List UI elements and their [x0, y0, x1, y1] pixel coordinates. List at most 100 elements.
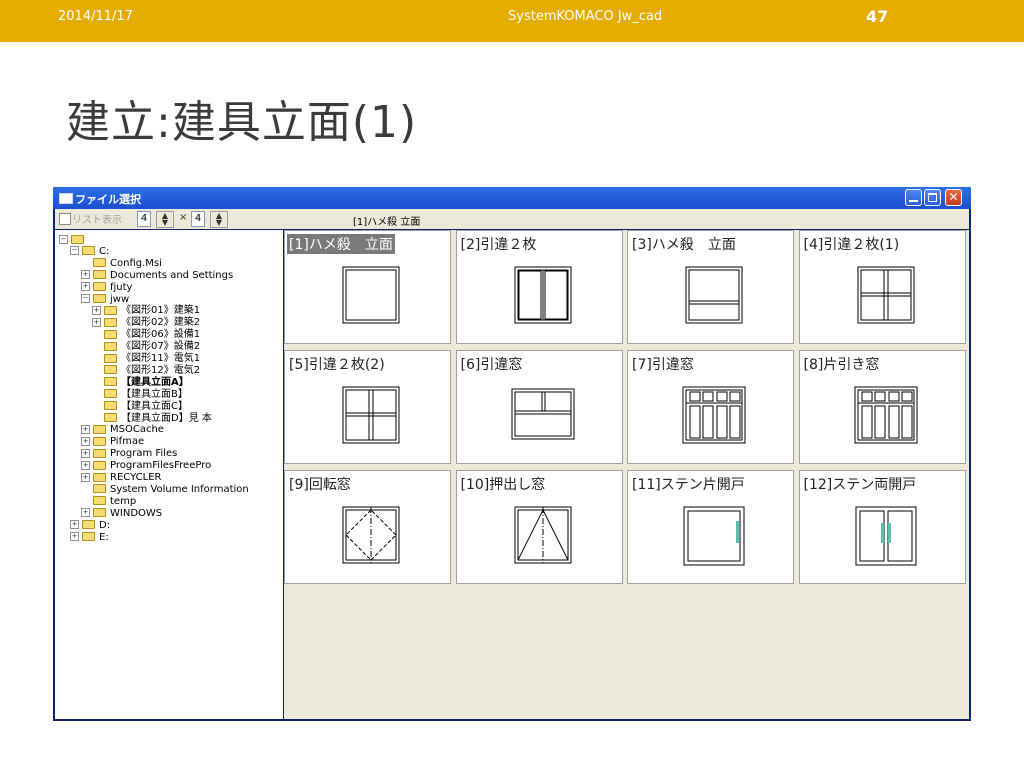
tree-item[interactable]: + fjuty [81, 282, 132, 294]
collapse-icon[interactable]: − [59, 234, 68, 244]
tree-item[interactable]: +《図形06》設備1 [92, 329, 200, 341]
tree-item[interactable]: +【建具立面C】 [92, 401, 188, 413]
thumbnail-cell[interactable]: [8]片引き窓 [798, 350, 966, 464]
fixed-window-icon [342, 266, 400, 324]
folder-icon [93, 472, 106, 482]
columns-input[interactable]: 4 [137, 211, 151, 227]
thumbnail-label: [10]押出し窓 [460, 477, 546, 493]
minimize-button[interactable] [905, 189, 922, 206]
current-file-label: [1]ハメ殺 立面 [353, 217, 421, 228]
tree-item[interactable]: +Config.Msi [81, 258, 162, 270]
rows-spinner[interactable]: ▲ ▼ [210, 211, 228, 228]
close-button[interactable]: ✕ [945, 189, 962, 206]
collapse-icon[interactable]: − [70, 246, 79, 256]
thumbnail-cell[interactable]: [4]引違２枚(1) [798, 230, 966, 344]
tree-item-label: 【建具立面C】 [121, 400, 188, 412]
tree-item[interactable]: +System Volume Information [81, 484, 249, 496]
folder-icon [104, 389, 117, 399]
columns-spinner[interactable]: ▲ ▼ [156, 211, 174, 228]
tree-item-label: System Volume Information [110, 483, 249, 495]
tree-item-label: Documents and Settings [110, 269, 234, 281]
list-view-checkbox[interactable] [59, 213, 71, 225]
tree-item[interactable]: +temp [81, 496, 136, 508]
folder-icon [93, 282, 106, 292]
tree-item[interactable]: + Program Files [81, 448, 177, 460]
expand-icon[interactable]: + [81, 448, 90, 458]
tree-item[interactable]: +【建具立面B】 [92, 389, 188, 401]
thumbnail-grid: [1]ハメ殺 立面 [2]引違２枚 [3]ハメ殺 立面 [4]引違２枚(1) [5]引違… [284, 230, 969, 719]
expand-icon[interactable]: + [81, 508, 90, 518]
expand-icon[interactable]: + [81, 460, 90, 470]
window-toolbar: リスト表示 4 ▲ ▼ × 4 ▲ ▼ [1]ハメ殺 立面 [55, 209, 969, 229]
collapse-icon[interactable]: − [81, 294, 90, 303]
folder-icon [104, 317, 117, 327]
thumbnail-cell[interactable]: [1]ハメ殺 立面 [284, 230, 451, 344]
thumbnail-cell[interactable]: [5]引違２枚(2) [284, 350, 451, 464]
tree-item[interactable]: − [59, 234, 88, 246]
expand-icon[interactable]: + [81, 424, 90, 434]
slide-page-number: 47 [866, 7, 889, 26]
tree-item[interactable]: + 《図形01》建築1 [92, 305, 200, 317]
folder-icon [104, 365, 117, 375]
tree-item[interactable]: + MSOCache [81, 424, 164, 436]
tree-item[interactable]: +《図形12》電気2 [92, 365, 200, 377]
expand-icon[interactable]: + [81, 436, 90, 446]
thumbnail-label: [12]ステン両開戸 [803, 477, 917, 493]
tree-item[interactable]: + 《図形02》建築2 [92, 317, 200, 329]
tree-item[interactable]: − jww [81, 294, 129, 306]
tree-item[interactable]: + RECYCLER [81, 472, 161, 484]
folder-icon [104, 353, 117, 363]
thumbnail-label: [8]片引き窓 [803, 357, 880, 373]
rows-input[interactable]: 4 [191, 211, 205, 227]
expand-icon[interactable]: + [81, 282, 90, 292]
folder-icon [93, 258, 106, 268]
tree-item-label: 《図形01》建築1 [121, 305, 201, 317]
tree-item[interactable]: − C: [70, 246, 109, 258]
folder-icon [93, 484, 106, 494]
tree-item-label: D: [99, 519, 111, 531]
tree-item-label: 《図形06》設備1 [121, 329, 201, 341]
tree-item-label: 【建具立面B】 [121, 388, 188, 400]
tree-item[interactable]: +【建具立面D】見 本 [92, 413, 212, 425]
sliding-window-eight-pane-icon [682, 386, 746, 444]
expand-icon[interactable]: + [81, 270, 90, 280]
thumbnail-cell[interactable]: [6]引違窓 [455, 350, 623, 464]
tree-item[interactable]: +【建具立面A】 [92, 377, 189, 389]
expand-icon[interactable]: + [92, 305, 101, 315]
thumbnail-label: [3]ハメ殺 立面 [632, 237, 736, 253]
tree-item-label: C: [99, 245, 110, 257]
tree-item[interactable]: + WINDOWS [81, 508, 162, 520]
tree-item-label: 《図形11》電気1 [121, 353, 201, 364]
expand-icon[interactable]: + [81, 472, 90, 482]
expand-icon[interactable]: + [70, 520, 79, 530]
thumbnail-cell[interactable]: [11]ステン片開戸 [627, 470, 794, 584]
thumbnail-cell[interactable]: [2]引違２枚 [455, 230, 623, 344]
folder-tree[interactable]: −−C:+Config.Msi+Documents and Settings+f… [55, 230, 283, 719]
folder-icon [93, 294, 106, 303]
expand-icon[interactable]: + [92, 317, 101, 327]
folder-icon [82, 520, 95, 530]
thumbnail-cell[interactable]: [9]回転窓 [284, 470, 451, 584]
maximize-icon [928, 193, 937, 202]
thumbnail-label: [5]引違２枚(2) [289, 357, 385, 373]
expand-icon[interactable]: + [70, 532, 79, 541]
sliding-window-lower-fixed-icon [511, 388, 574, 440]
maximize-button[interactable] [924, 189, 941, 206]
tree-item[interactable]: + D: [70, 520, 110, 532]
tree-item-label: 【建具立面A】 [121, 376, 189, 388]
tree-item[interactable]: + Pifmae [81, 436, 144, 448]
thumbnail-cell[interactable]: [12]ステン両開戸 [798, 470, 966, 584]
sliding-two-panel-transom-icon [857, 266, 914, 324]
slide-date: 2014/11/17 [58, 9, 133, 24]
thumbnail-cell[interactable]: [10]押出し窓 [455, 470, 623, 584]
slide-header: 2014/11/17 SystemKOMACO Jw_cad 47 [0, 0, 1024, 42]
window-titlebar[interactable]: ファイル選択 ✕ [53, 187, 971, 209]
tree-item[interactable]: +《図形07》設備2 [92, 341, 200, 353]
thumbnail-cell[interactable]: [7]引違窓 [627, 350, 794, 464]
tree-item[interactable]: + ProgramFilesFreePro [81, 460, 211, 472]
tree-item[interactable]: + E: [70, 532, 109, 544]
folder-icon [93, 270, 106, 280]
thumbnail-cell[interactable]: [3]ハメ殺 立面 [627, 230, 794, 344]
tree-item[interactable]: + Documents and Settings [81, 270, 233, 282]
tree-item[interactable]: +《図形11》電気1 [92, 353, 200, 365]
